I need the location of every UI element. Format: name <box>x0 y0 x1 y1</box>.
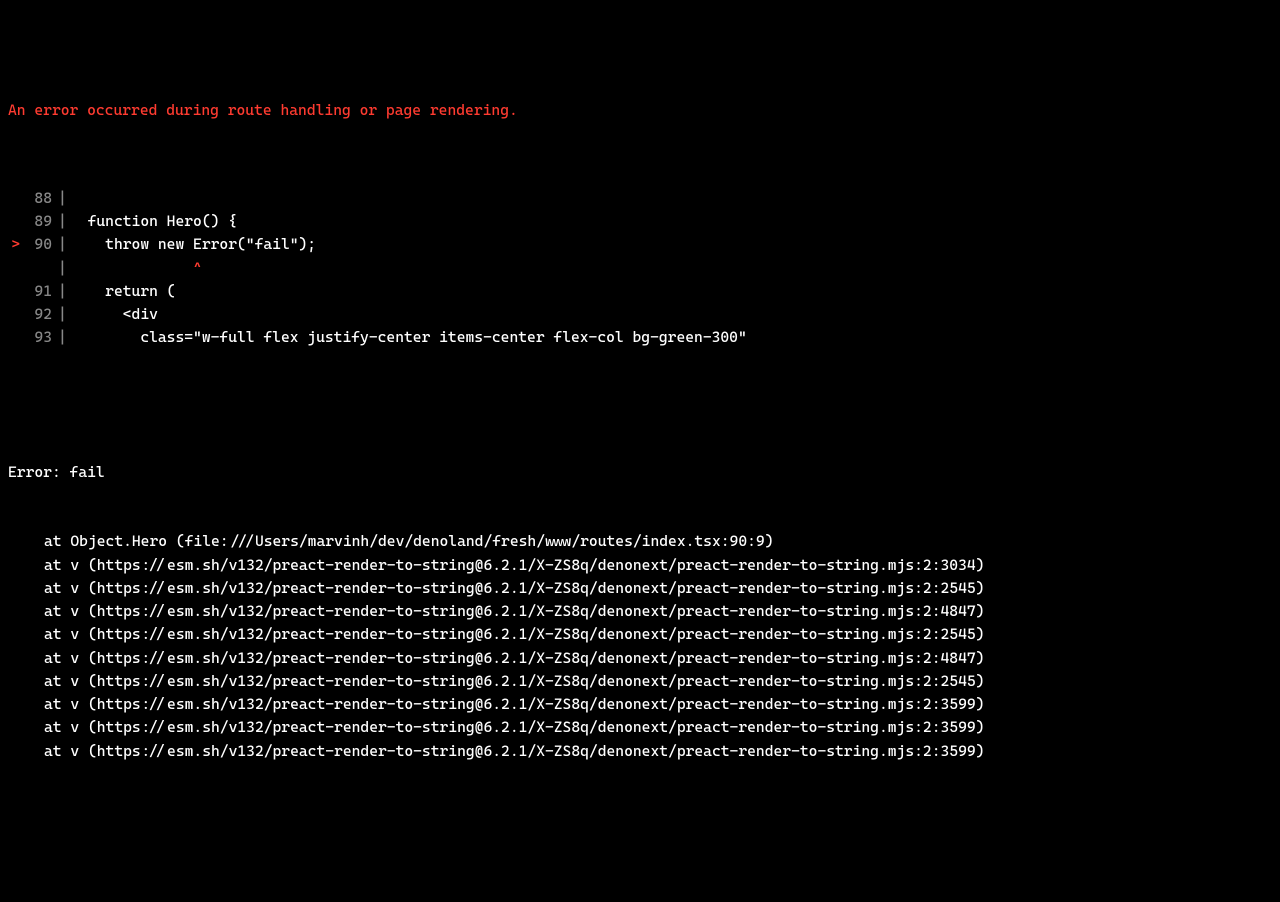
gutter-marker: > <box>8 233 20 256</box>
stack-frame: at v (https://esm.sh/v132/preact-render-… <box>8 623 1272 646</box>
code-frame: 88 | 89 | function Hero() { >90 | throw new … <box>8 187 1272 350</box>
code-content: class="w-full flex justify-center items-… <box>70 326 747 349</box>
code-content: return ( <box>70 280 175 303</box>
line-number <box>20 257 52 280</box>
pipe: | <box>58 233 70 256</box>
stack-frame: at v (https://esm.sh/v132/preact-render-… <box>8 577 1272 600</box>
error-message: Error: fail <box>8 461 1272 484</box>
code-content: function Hero() { <box>70 210 237 233</box>
gutter-marker <box>8 280 20 303</box>
code-content: <div <box>70 303 158 326</box>
code-line: 89 | function Hero() { <box>8 210 1272 233</box>
stack-frame: at v (https://esm.sh/v132/preact-render-… <box>8 647 1272 670</box>
pipe: | <box>58 187 70 210</box>
line-number: 88 <box>20 187 52 210</box>
pipe: | <box>58 210 70 233</box>
gutter-marker <box>8 187 20 210</box>
stack-frame: at v (https://esm.sh/v132/preact-render-… <box>8 670 1272 693</box>
stack-frame: at v (https://esm.sh/v132/preact-render-… <box>8 716 1272 739</box>
code-line: 88 | <box>8 187 1272 210</box>
stack-frame: at Object.Hero (file:///Users/marvinh/de… <box>8 530 1272 553</box>
code-line: 91 | return ( <box>8 280 1272 303</box>
code-line: >90 | throw new Error("fail"); <box>8 233 1272 256</box>
error-caret: ^ <box>70 257 202 280</box>
pipe: | <box>58 303 70 326</box>
line-number: 89 <box>20 210 52 233</box>
line-number: 93 <box>20 326 52 349</box>
line-number: 91 <box>20 280 52 303</box>
line-number: 92 <box>20 303 52 326</box>
code-line: 92 | <div <box>8 303 1272 326</box>
stack-frame: at v (https://esm.sh/v132/preact-render-… <box>8 600 1272 623</box>
code-line: | ^ <box>8 257 1272 280</box>
pipe: | <box>58 280 70 303</box>
code-content: throw new Error("fail"); <box>70 233 316 256</box>
pipe: | <box>58 257 70 280</box>
gutter-marker <box>8 326 20 349</box>
gutter-marker <box>8 210 20 233</box>
error-header: An error occurred during route handling … <box>8 99 1272 122</box>
gutter-marker <box>8 257 20 280</box>
stack-frame: at v (https://esm.sh/v132/preact-render-… <box>8 554 1272 577</box>
stack-frame: at v (https://esm.sh/v132/preact-render-… <box>8 693 1272 716</box>
gutter-marker <box>8 303 20 326</box>
stack-frame: at v (https://esm.sh/v132/preact-render-… <box>8 740 1272 763</box>
code-line: 93 | class="w-full flex justify-center it… <box>8 326 1272 349</box>
stack-trace: Error: fail at Object.Hero (file:///User… <box>8 414 1272 786</box>
pipe: | <box>58 326 70 349</box>
line-number: 90 <box>20 233 52 256</box>
